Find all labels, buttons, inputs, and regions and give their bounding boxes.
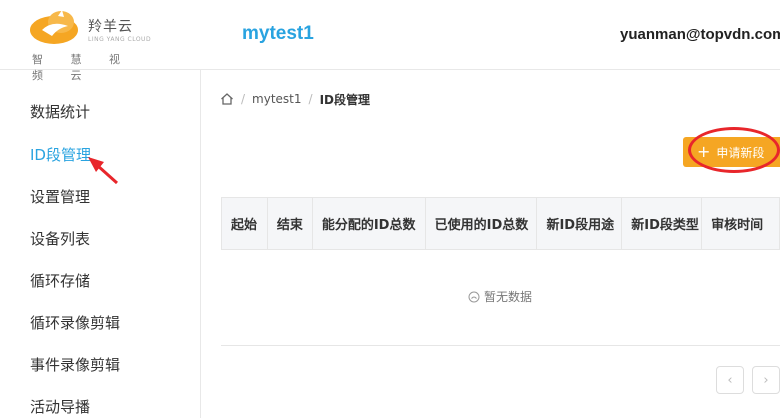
apply-new-segment-label: 申请新段 xyxy=(716,145,765,160)
sidebar-item-live-direct[interactable]: 活动导播 xyxy=(30,396,90,417)
breadcrumb-separator: / xyxy=(241,92,246,106)
plus-icon: + xyxy=(697,142,711,161)
user-email[interactable]: yuanman@topvdn.com xyxy=(620,26,780,43)
next-page-button[interactable]: › xyxy=(752,366,780,394)
cloud-logo-icon xyxy=(30,10,78,44)
column-header-assignable-total[interactable]: 能分配的ID总数 xyxy=(313,198,426,249)
sidebar-item-loop-storage[interactable]: 循环存储 xyxy=(30,270,90,291)
apply-new-segment-button[interactable]: + 申请新段 xyxy=(683,137,780,167)
breadcrumb-separator: / xyxy=(308,92,313,106)
logo-name: 羚羊云 xyxy=(88,19,133,35)
sidebar-item-id-segment[interactable]: ID段管理 xyxy=(30,144,91,165)
column-header-purpose[interactable]: 新ID段用途 xyxy=(537,198,623,249)
home-icon[interactable] xyxy=(220,92,234,106)
column-header-review-time[interactable]: 审核时间 xyxy=(702,198,780,249)
empty-icon xyxy=(468,291,480,302)
prev-page-button[interactable]: ‹ xyxy=(716,366,744,394)
app-header: 羚羊云 LING YANG CLOUD 智 慧 视 频 云 mytest1 yu… xyxy=(0,0,780,82)
chevron-right-icon: › xyxy=(763,372,769,388)
column-header-end[interactable]: 结束 xyxy=(268,198,313,249)
column-header-used-total[interactable]: 已使用的ID总数 xyxy=(426,198,538,249)
sidebar-item-devices[interactable]: 设备列表 xyxy=(30,228,90,249)
table-body: 暂无数据 xyxy=(221,250,780,346)
column-header-start[interactable]: 起始 xyxy=(222,198,268,249)
project-title: mytest1 xyxy=(242,23,314,44)
breadcrumb-current: ID段管理 xyxy=(319,92,371,107)
breadcrumb-project[interactable]: mytest1 xyxy=(252,92,301,106)
empty-text: 暂无数据 xyxy=(484,290,533,304)
sidebar: 数据统计 ID段管理 设置管理 设备列表 循环存储 循环录像剪辑 事件录像剪辑 … xyxy=(0,70,201,418)
logo-english-name: LING YANG CLOUD xyxy=(88,36,152,43)
empty-state: 暂无数据 xyxy=(468,288,532,305)
chevron-left-icon: ‹ xyxy=(727,372,733,388)
sidebar-item-settings[interactable]: 设置管理 xyxy=(30,186,90,207)
sidebar-item-event-clip[interactable]: 事件录像剪辑 xyxy=(30,354,120,375)
table-header: 起始 结束 能分配的ID总数 已使用的ID总数 新ID段用途 新ID段类型 审核… xyxy=(221,197,780,250)
sidebar-item-loop-clip[interactable]: 循环录像剪辑 xyxy=(30,312,120,333)
sidebar-item-data-stats[interactable]: 数据统计 xyxy=(30,101,90,122)
logo[interactable]: 羚羊云 LING YANG CLOUD 智 慧 视 频 云 xyxy=(28,8,168,82)
column-header-type[interactable]: 新ID段类型 xyxy=(622,198,703,249)
breadcrumb: / mytest1 / ID段管理 xyxy=(220,90,370,108)
